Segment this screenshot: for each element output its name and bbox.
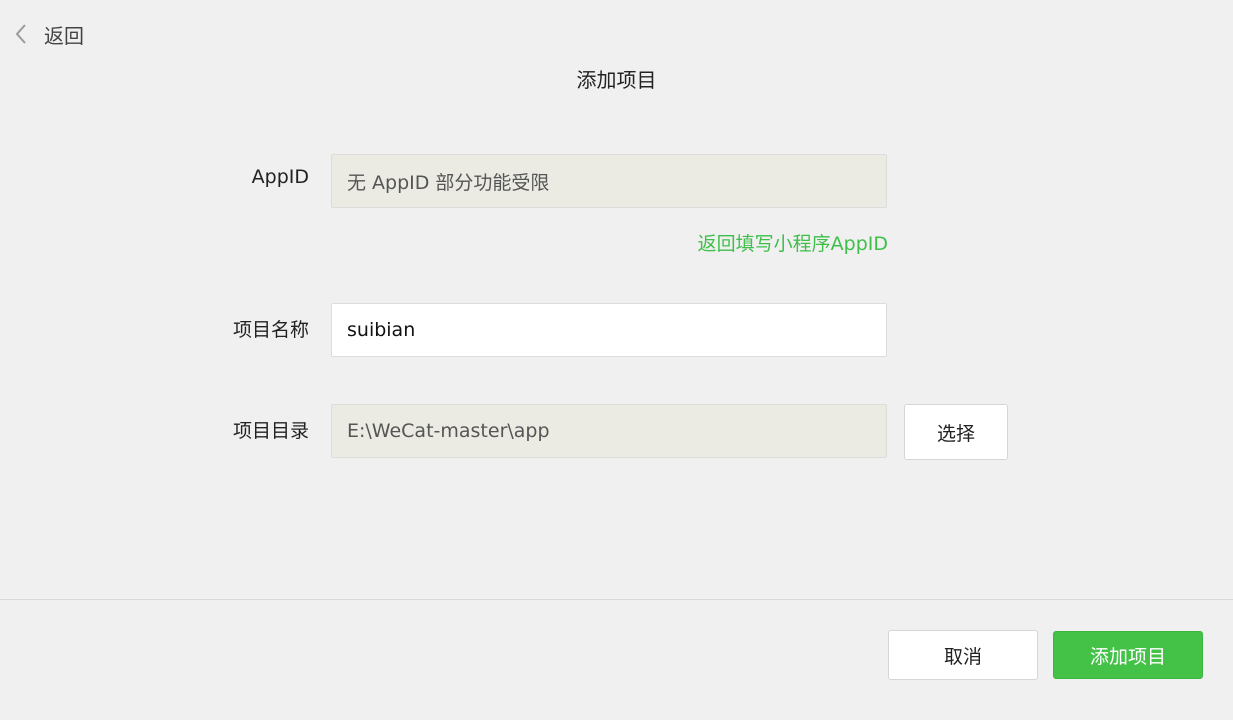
fill-appid-link[interactable]: 返回填写小程序AppID xyxy=(698,229,888,256)
project-name-label: 项目名称 xyxy=(232,319,309,341)
project-dir-label: 项目目录 xyxy=(232,420,309,442)
project-dir-field[interactable] xyxy=(331,404,887,458)
cancel-button[interactable]: 取消 xyxy=(888,630,1038,680)
appid-field[interactable] xyxy=(331,154,887,208)
appid-label: AppID xyxy=(251,166,309,188)
back-button[interactable]: 返回 xyxy=(14,20,84,48)
page-title: 添加项目 xyxy=(576,68,657,92)
add-project-button[interactable]: 添加项目 xyxy=(1053,631,1203,679)
footer-divider xyxy=(0,599,1233,600)
back-label: 返回 xyxy=(44,23,84,48)
select-dir-button[interactable]: 选择 xyxy=(904,404,1008,460)
project-name-input[interactable] xyxy=(331,303,887,357)
chevron-left-icon xyxy=(14,22,30,46)
